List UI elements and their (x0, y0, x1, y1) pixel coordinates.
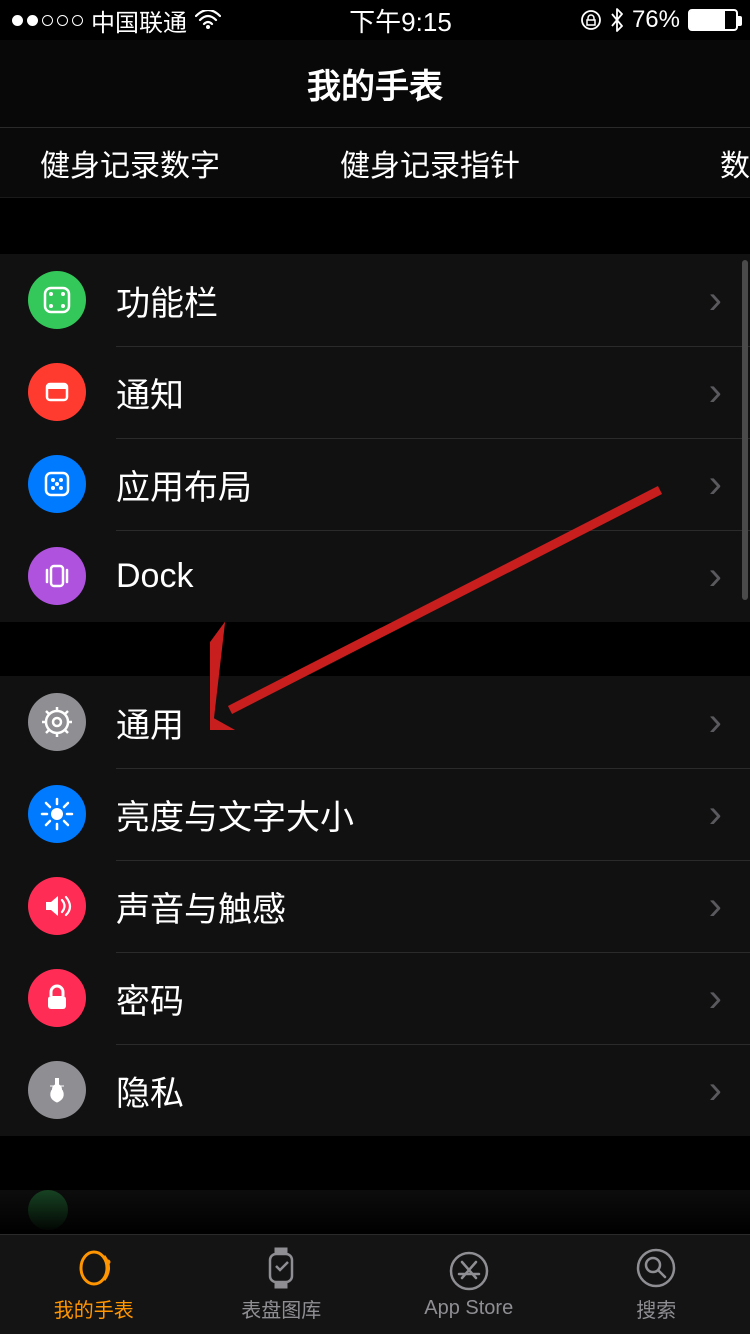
tab-label: 我的手表 (54, 1294, 134, 1323)
notifications-icon (28, 363, 86, 421)
tab-bar: 我的手表 表盘图库 App Store 搜索 (0, 1234, 750, 1334)
battery-percent: 76% (632, 6, 680, 34)
status-left: 中国联通 (12, 3, 221, 38)
bluetooth-icon (610, 8, 624, 32)
group-divider (0, 1136, 750, 1190)
chevron-right-icon: › (709, 884, 722, 929)
gallery-icon (259, 1246, 303, 1290)
chevron-right-icon: › (709, 700, 722, 745)
row-label: Dock (116, 557, 709, 596)
search-icon (634, 1246, 678, 1290)
row-complications[interactable]: 功能栏 › (0, 254, 750, 346)
chevron-right-icon: › (709, 976, 722, 1021)
privacy-icon (28, 1061, 86, 1119)
face-label-2[interactable]: 健身记录指针 (300, 141, 560, 185)
settings-group-1: 功能栏 › 通知 › 应用布局 › Dock › (0, 254, 750, 622)
tab-app-store[interactable]: App Store (375, 1235, 563, 1334)
status-right: 76% (580, 6, 738, 34)
complications-icon (28, 271, 86, 329)
tab-label: 搜索 (636, 1294, 676, 1323)
row-label: 亮度与文字大小 (116, 790, 709, 839)
chevron-right-icon: › (709, 278, 722, 323)
scroll-indicator[interactable] (742, 260, 748, 600)
general-icon (28, 693, 86, 751)
row-label: 应用布局 (116, 460, 709, 509)
row-app-layout[interactable]: 应用布局 › (0, 438, 750, 530)
group-divider (0, 622, 750, 676)
page-title: 我的手表 (307, 59, 443, 108)
orientation-lock-icon (580, 9, 602, 31)
app-store-icon (447, 1249, 491, 1293)
row-label: 通知 (116, 368, 709, 417)
tab-search[interactable]: 搜索 (563, 1235, 750, 1334)
tab-face-gallery[interactable]: 表盘图库 (188, 1235, 376, 1334)
watch-icon (72, 1246, 116, 1290)
status-bar: 中国联通 下午9:15 76% (0, 0, 750, 40)
tab-label: App Store (424, 1297, 513, 1320)
tab-label: 表盘图库 (241, 1294, 321, 1323)
battery-icon (688, 9, 738, 31)
row-privacy[interactable]: 隐私 › (0, 1044, 750, 1136)
row-passcode[interactable]: 密码 › (0, 952, 750, 1044)
face-label-3-partial[interactable]: 数 (680, 141, 750, 185)
chevron-right-icon: › (709, 462, 722, 507)
brightness-icon (28, 785, 86, 843)
nav-title-bar: 我的手表 (0, 40, 750, 128)
section-spacer (0, 198, 750, 254)
watch-face-labels[interactable]: 健身记录数字 健身记录指针 数 (0, 128, 750, 198)
row-label: 通用 (116, 698, 709, 747)
row-dock[interactable]: Dock › (0, 530, 750, 622)
tab-my-watch[interactable]: 我的手表 (0, 1235, 188, 1334)
passcode-icon (28, 969, 86, 1027)
row-brightness[interactable]: 亮度与文字大小 › (0, 768, 750, 860)
wifi-icon (195, 10, 221, 30)
row-label: 声音与触感 (116, 882, 709, 931)
signal-strength-icon (12, 15, 83, 26)
chevron-right-icon: › (709, 370, 722, 415)
row-general[interactable]: 通用 › (0, 676, 750, 768)
partial-icon (28, 1190, 68, 1230)
partial-next-row[interactable] (0, 1190, 750, 1230)
row-label: 功能栏 (116, 276, 709, 325)
status-time: 下午9:15 (349, 2, 452, 39)
chevron-right-icon: › (709, 792, 722, 837)
carrier-label: 中国联通 (91, 3, 187, 38)
chevron-right-icon: › (709, 554, 722, 599)
row-label: 密码 (116, 974, 709, 1023)
app-layout-icon (28, 455, 86, 513)
dock-icon (28, 547, 86, 605)
sounds-icon (28, 877, 86, 935)
row-sounds[interactable]: 声音与触感 › (0, 860, 750, 952)
row-notifications[interactable]: 通知 › (0, 346, 750, 438)
row-label: 隐私 (116, 1066, 709, 1115)
settings-group-2: 通用 › 亮度与文字大小 › 声音与触感 › 密码 › 隐私 › (0, 676, 750, 1136)
chevron-right-icon: › (709, 1068, 722, 1113)
face-label-1[interactable]: 健身记录数字 (0, 141, 260, 185)
